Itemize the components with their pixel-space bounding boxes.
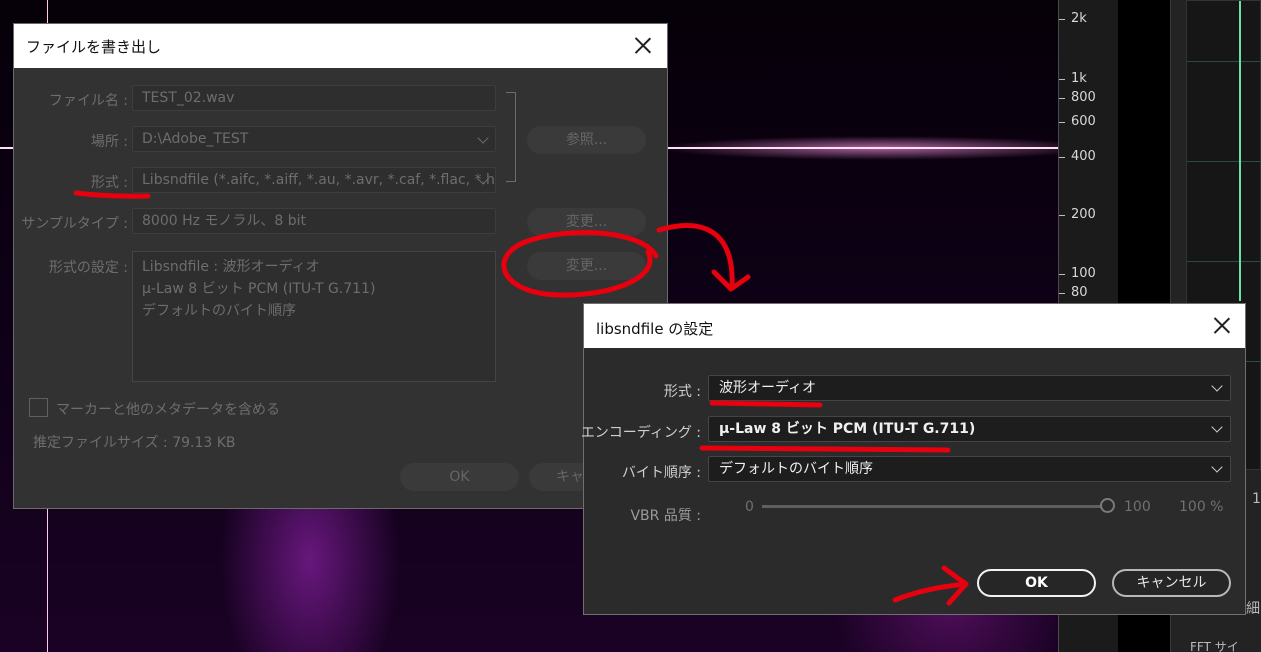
scale-label: 1k [1071, 71, 1087, 86]
dialog-title: libsndfile の設定 [596, 320, 714, 338]
format-settings-label: 形式の設定 : [48, 260, 128, 276]
scale-tick [1059, 79, 1065, 80]
format-settings-line: デフォルトのバイト順序 [142, 303, 296, 319]
scale-label: 800 [1071, 90, 1096, 105]
close-icon[interactable] [1208, 312, 1236, 340]
panel-label: FFT サイ [1190, 640, 1239, 652]
dialog-titlebar: libsndfile の設定 [584, 304, 1245, 348]
scale-tick [1059, 293, 1065, 294]
include-markers-checkbox[interactable] [29, 398, 48, 417]
vbr-max-label: 100 [1124, 499, 1151, 515]
include-markers-label: マーカーと他のメタデータを含める [56, 402, 280, 418]
cancel-button[interactable]: キャンセル [1112, 569, 1231, 597]
encoding-label: エンコーディング : [580, 425, 701, 441]
scale-tick [1059, 215, 1065, 216]
scale-tick [1059, 122, 1065, 123]
encoding-value: μ-Law 8 ビット PCM (ITU-T G.711) [719, 421, 976, 437]
byte-order-label: バイト順序 : [621, 465, 701, 481]
panel-label: 細 [1246, 601, 1260, 617]
scale-label: 2k [1071, 11, 1087, 26]
scale-tick [1059, 157, 1065, 158]
vbr-quality-label: VBR 品質 : [630, 508, 701, 524]
graph-gridline [1187, 61, 1261, 62]
vbr-value: 100 % [1179, 499, 1224, 515]
graph-gridline [1187, 161, 1261, 162]
graph-gridline [1187, 261, 1261, 262]
vbr-quality-slider-track[interactable] [762, 505, 1102, 508]
byte-order-value: デフォルトのバイト順序 [719, 461, 873, 477]
dialog-titlebar: ファイルを書き出し [14, 24, 667, 68]
chevron-down-icon [477, 132, 489, 144]
change-format-settings-button[interactable]: 変更... [527, 252, 646, 280]
format-value: Libsndfile (*.aifc, *.aiff, *.au, *.avr,… [142, 172, 496, 188]
filename-label: ファイル名 : [48, 93, 128, 109]
format-select[interactable]: Libsndfile (*.aifc, *.aiff, *.au, *.avr,… [132, 167, 496, 193]
export-file-dialog: ファイルを書き出し ファイル名 : TEST_02.wav 場所 : D:\Ad… [13, 23, 668, 509]
format-settings-line: μ-Law 8 ビット PCM (ITU-T G.711) [142, 281, 376, 297]
scale-label: 80 [1071, 285, 1088, 300]
format-label: 形式 : [90, 175, 128, 191]
encoding-select[interactable]: μ-Law 8 ビット PCM (ITU-T G.711) [708, 416, 1231, 442]
dialog-title: ファイルを書き出し [26, 38, 162, 56]
scale-tick [1059, 98, 1065, 99]
estimated-size-text: 推定ファイルサイズ : 79.13 KB [33, 435, 236, 451]
filename-input[interactable]: TEST_02.wav [132, 85, 496, 111]
libsndfile-settings-dialog: libsndfile の設定 形式 : 波形オーディオ エンコーディング : μ… [580, 303, 1246, 615]
scale-tick [1059, 274, 1065, 275]
scale-label: 200 [1071, 207, 1096, 222]
sample-type-field: 8000 Hz モノラル、8 bit [132, 208, 496, 234]
panel-value: 1 [1252, 491, 1261, 507]
ok-button[interactable]: OK [400, 463, 519, 491]
scale-tick [1059, 19, 1065, 20]
format-label: 形式 : [663, 384, 701, 400]
chevron-down-icon [1211, 461, 1223, 473]
vbr-quality-slider-handle[interactable] [1100, 498, 1115, 513]
format-settings-line: Libsndfile : 波形オーディオ [142, 259, 320, 275]
sample-type-label: サンプルタイプ : [21, 216, 128, 232]
format-select[interactable]: 波形オーディオ [708, 375, 1231, 401]
byte-order-select[interactable]: デフォルトのバイト順序 [708, 456, 1231, 482]
format-settings-box: Libsndfile : 波形オーディオ μ-Law 8 ビット PCM (IT… [132, 251, 496, 382]
bracket-divider [506, 92, 516, 182]
change-sample-type-button[interactable]: 変更... [527, 208, 646, 236]
ok-button[interactable]: OK [977, 569, 1096, 597]
scale-label: 400 [1071, 149, 1096, 164]
chevron-down-icon [1211, 380, 1223, 392]
location-value: D:\Adobe_TEST [142, 131, 249, 147]
vbr-min-label: 0 [745, 499, 754, 515]
browse-button[interactable]: 参照... [527, 126, 646, 154]
graph-trace [1239, 1, 1241, 301]
chevron-down-icon [1211, 421, 1223, 433]
close-icon[interactable] [629, 32, 657, 60]
location-label: 場所 : [90, 134, 128, 150]
scale-label: 600 [1071, 114, 1096, 129]
location-select[interactable]: D:\Adobe_TEST [132, 126, 496, 152]
scale-label: 100 [1071, 266, 1096, 281]
format-value: 波形オーディオ [719, 380, 817, 396]
